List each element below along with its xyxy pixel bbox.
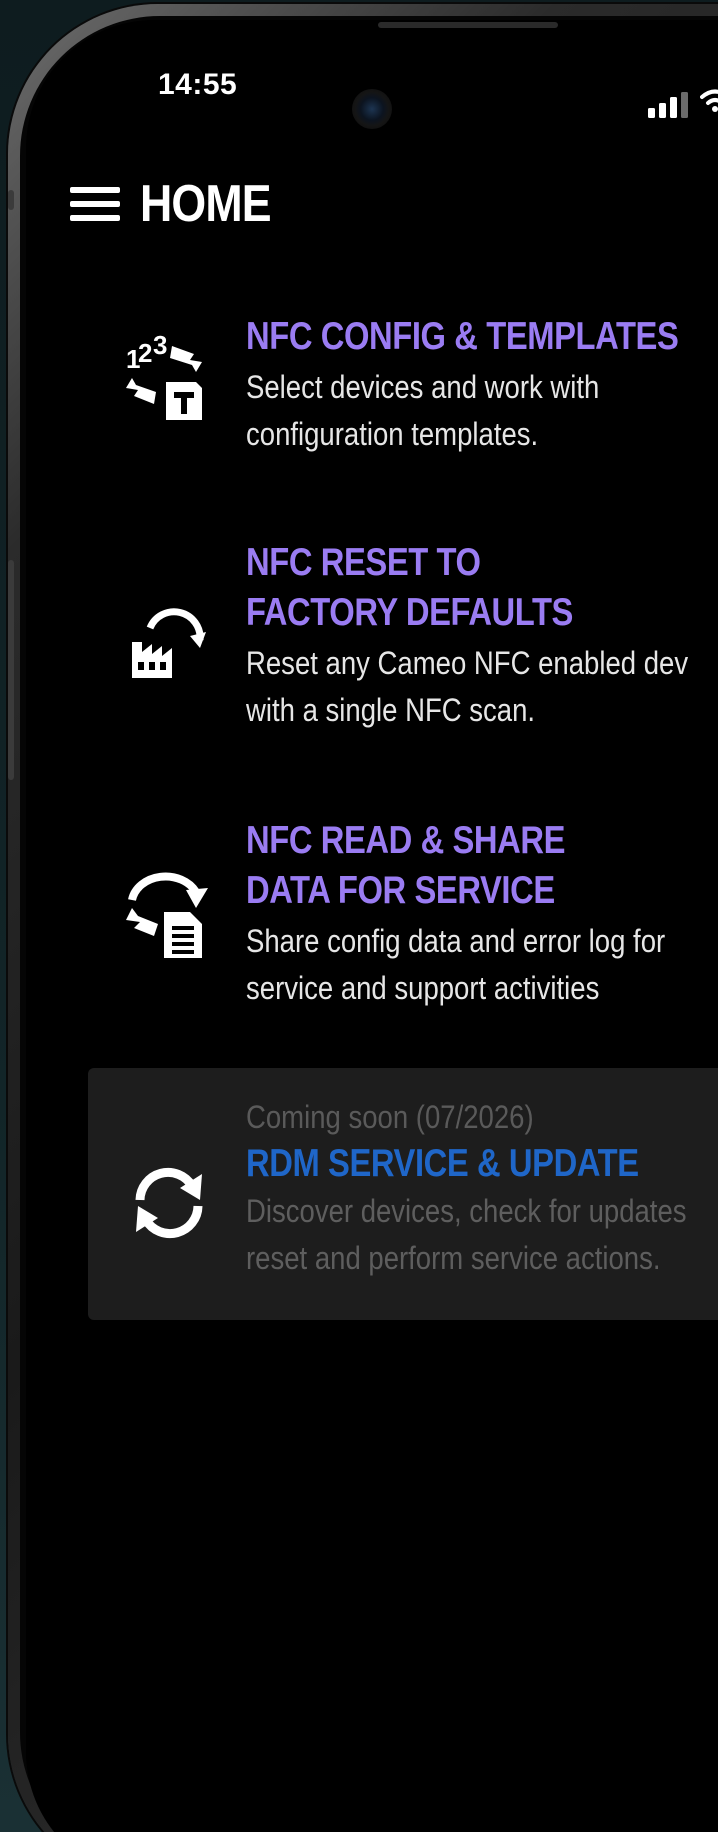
device-mockup: 14:55 HOME 1 2 3 NFC CONFIG & TEMPLATES … [0,0,718,1832]
menu-item-description: Share config data and error log for serv… [246,923,666,1006]
app-header: HOME [70,175,292,233]
volume-button [8,560,14,780]
coming-soon-text: Coming soon (07/2026) RDM SERVICE & UPDA… [246,1094,718,1282]
svg-text:2: 2 [138,338,152,368]
mute-switch [8,190,14,210]
menu-item-factory-reset[interactable]: NFC RESET TO FACTORY DEFAULTS Reset any … [100,538,718,738]
share-document-icon [126,872,208,958]
status-time: 14:55 [158,68,238,101]
coming-soon-label: Coming soon (07/2026) [246,1099,534,1135]
menu-item-description: Select devices and work with configurati… [246,369,600,452]
menu-item-text: NFC CONFIG & TEMPLATES Select devices an… [246,312,718,458]
menu-item-description: Reset any Cameo NFC enabled dev with a s… [246,645,689,728]
numbers-template-icon: 1 2 3 [126,332,202,420]
coming-soon-title: RDM SERVICE & UPDATE [246,1142,639,1185]
menu-item-read-share[interactable]: NFC READ & SHARE DATA FOR SERVICE Share … [100,816,718,1016]
hamburger-menu-icon[interactable] [70,181,122,227]
menu-item-title: NFC RESET TO FACTORY DEFAULTS [246,541,573,634]
menu-item-text: NFC RESET TO FACTORY DEFAULTS Reset any … [246,538,718,734]
menu-item-nfc-config[interactable]: 1 2 3 NFC CONFIG & TEMPLATES Select devi… [100,312,718,452]
front-camera [352,89,392,129]
factory-reset-icon [132,608,206,678]
menu-item-title: NFC READ & SHARE DATA FOR SERVICE [246,819,566,912]
menu-item-text: NFC READ & SHARE DATA FOR SERVICE Share … [246,816,718,1012]
svg-text:3: 3 [153,332,167,360]
signal-strength-icon [648,90,708,118]
coming-soon-card: Coming soon (07/2026) RDM SERVICE & UPDA… [88,1068,718,1320]
wifi-icon [700,89,718,112]
coming-soon-description: Discover devices, check for updates rese… [246,1193,687,1276]
sync-icon [135,1167,203,1239]
menu-item-title: NFC CONFIG & TEMPLATES [246,315,679,358]
page-title: HOME [140,175,272,233]
earpiece-speaker [378,22,558,28]
